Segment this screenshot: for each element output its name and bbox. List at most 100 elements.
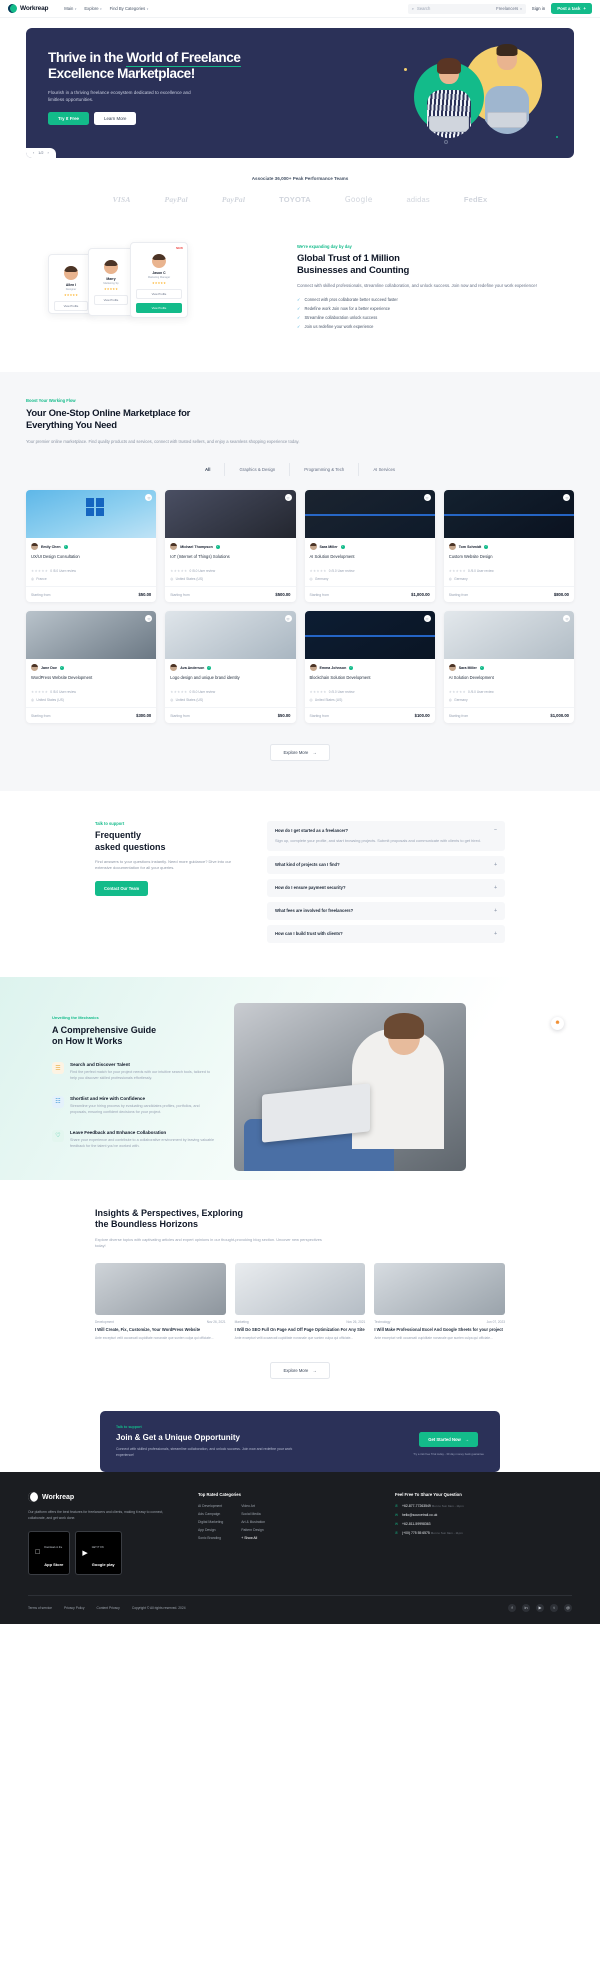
profile-card[interactable]: Marry Marketing Sp ★★★★★ View Profile xyxy=(88,248,134,316)
contact-our-team-button[interactable]: Contact Our Team xyxy=(95,880,149,896)
favorite-heart-icon[interactable] xyxy=(145,615,153,623)
plus-icon[interactable]: + xyxy=(494,931,497,937)
footer-link-terms[interactable]: Terms of service xyxy=(28,1606,52,1610)
footer-category-link[interactable]: AI Development xyxy=(198,1504,223,1508)
footer-contact-item[interactable]: ✆ +62-877-77263549 Mon to Sun 9am - 11pm xyxy=(395,1504,572,1508)
service-card[interactable]: Sara Miller ✓ AI Solution Development ★★… xyxy=(304,490,435,603)
carousel-prev-icon[interactable]: ‹ xyxy=(33,151,34,155)
explore-more-blog-button[interactable]: Explore More → xyxy=(270,1362,330,1380)
footer-contact-item[interactable]: ✉ hello@sourcetrail.co.uk xyxy=(395,1513,572,1517)
footer-category-link[interactable]: Digital Marketing xyxy=(198,1520,223,1524)
faq-item[interactable]: What kind of projects can I find? + xyxy=(267,855,505,874)
footer-category-link[interactable]: App Design xyxy=(198,1528,223,1532)
app-store-button[interactable]:  Download on the App Store xyxy=(28,1530,71,1575)
faq-question-row[interactable]: How do I get started as a freelancer? − xyxy=(275,827,497,833)
nav-item-main[interactable]: Main ▾ xyxy=(64,6,76,11)
service-card[interactable]: Emma Johnson ✓ Blockchain Solution Devel… xyxy=(304,611,435,724)
service-seller[interactable]: Emily Chen ✓ xyxy=(31,543,151,551)
footer-contact-value: hello@sourcetrail.co.uk xyxy=(402,1513,438,1518)
faq-question-row[interactable]: How can I build trust with clients? + xyxy=(275,931,497,937)
footer-category-link[interactable]: Art & Illustration xyxy=(241,1520,265,1524)
service-seller[interactable]: Ava Anderson ✓ xyxy=(170,664,290,672)
service-seller[interactable]: Emma Johnson ✓ xyxy=(309,664,430,672)
tab-all[interactable]: All xyxy=(191,463,226,477)
faq-question-row[interactable]: What fees are involved for freelancers? … xyxy=(275,908,497,914)
footer-category-link[interactable]: + Show All xyxy=(241,1536,265,1540)
youtube-icon[interactable]: ▶ xyxy=(536,1603,544,1612)
favorite-heart-icon[interactable] xyxy=(563,494,570,502)
plus-icon[interactable]: + xyxy=(494,885,497,891)
view-profile-link[interactable]: View Profile xyxy=(136,289,182,299)
learn-more-button[interactable]: Learn More xyxy=(94,112,137,126)
view-profile-button[interactable]: View Profile xyxy=(94,295,128,305)
faq-heading-line1: Frequently xyxy=(95,830,142,841)
faq-question-row[interactable]: What kind of projects can I find? + xyxy=(275,862,497,868)
service-card[interactable]: Ava Anderson ✓ Logo design and unique br… xyxy=(165,611,296,724)
brand-logo[interactable]: Workreap xyxy=(8,4,48,13)
search-box[interactable]: ⌕ Search Freelancers ▾ xyxy=(407,3,526,14)
service-price-row: Starting from $800.00 xyxy=(443,586,574,602)
footer-category-link[interactable]: Video Art xyxy=(241,1504,265,1508)
service-card[interactable]: Emily Chen ✓ UX/UI Design Consultation ★… xyxy=(26,490,157,603)
hero-carousel-nav[interactable]: ‹ 1/2 › xyxy=(26,148,56,158)
tab-graphics-design[interactable]: Graphics & Design xyxy=(225,463,291,477)
footer-category-link[interactable]: Social Media xyxy=(241,1512,265,1516)
carousel-next-icon[interactable]: › xyxy=(48,151,49,155)
service-card[interactable]: Sara Miller ✓ AI Solution Development ★★… xyxy=(443,611,574,724)
get-started-now-button[interactable]: Get Started Now → xyxy=(419,1431,478,1447)
service-seller[interactable]: Jane Doe ✓ xyxy=(31,664,151,672)
blog-card[interactable]: Marketing Nov 26, 2021 I Will Do SEO Ful… xyxy=(234,1263,366,1342)
tab-ai-services[interactable]: AI Services xyxy=(359,463,409,476)
service-card[interactable]: Michael Thompson ✓ IoT (Internet of Thin… xyxy=(165,490,296,603)
footer-link-privacy[interactable]: Privacy Policy xyxy=(64,1606,85,1610)
faq-item[interactable]: How do I ensure payment security? + xyxy=(267,878,505,897)
starting-from-label: Starting from xyxy=(170,713,190,718)
service-seller[interactable]: Michael Thompson ✓ xyxy=(170,543,290,551)
chat-support-icon[interactable]: ☻ xyxy=(551,1016,564,1030)
service-card[interactable]: Jane Doe ✓ WordPress Website Development… xyxy=(26,611,157,724)
favorite-heart-icon[interactable] xyxy=(423,615,431,623)
nav-item-explore[interactable]: Explore ▾ xyxy=(84,6,101,11)
service-seller[interactable]: Sara Miller ✓ xyxy=(448,664,569,672)
footer-category-link[interactable]: Ads Campaign xyxy=(198,1512,223,1516)
footer-link-content-privacy[interactable]: Content Privacy xyxy=(97,1606,120,1610)
faq-item[interactable]: How can I build trust with clients? + xyxy=(267,924,505,943)
plus-icon[interactable]: + xyxy=(494,862,497,868)
facebook-icon[interactable]: f xyxy=(508,1603,516,1612)
footer-contact-item[interactable]: ✉ +62-811-59998363 xyxy=(395,1522,572,1526)
favorite-heart-icon[interactable] xyxy=(423,494,431,502)
view-profile-button[interactable]: View Profile xyxy=(136,303,182,313)
explore-more-services-button[interactable]: Explore More → xyxy=(270,744,330,762)
service-seller[interactable]: Tom Schmidt ✓ xyxy=(448,543,569,551)
google-play-button[interactable]: ▶ GET IT ON Google play xyxy=(75,1530,122,1575)
service-seller[interactable]: Sara Miller ✓ xyxy=(309,543,430,551)
footer-contact-item[interactable]: ✆ (+00) 775 55 6575 Mon to Sun 9am - 11p… xyxy=(395,1531,572,1535)
minus-icon[interactable]: − xyxy=(494,827,497,833)
post-a-task-button[interactable]: Post a task + xyxy=(551,3,592,14)
favorite-heart-icon[interactable] xyxy=(284,494,292,502)
blog-card[interactable]: Technology Jun 07, 2023 I Will Make Prof… xyxy=(374,1263,505,1342)
favorite-heart-icon[interactable] xyxy=(284,615,292,623)
profile-card-featured[interactable]: NEW Jason C Marketing Manager ★★★★★ View… xyxy=(130,242,188,318)
twitter-icon[interactable]: t xyxy=(550,1603,558,1612)
search-input[interactable]: Search xyxy=(417,6,493,11)
instagram-icon[interactable]: @ xyxy=(564,1603,572,1612)
search-scope-select[interactable]: Freelancers ▾ xyxy=(496,6,522,11)
try-it-free-button[interactable]: Try It Free xyxy=(48,112,89,126)
service-card[interactable]: Tom Schmidt ✓ Custom Website Design ★★★★… xyxy=(443,490,574,603)
tab-programming-tech[interactable]: Programming & Tech xyxy=(290,463,360,477)
favorite-heart-icon[interactable] xyxy=(563,615,570,623)
faq-item[interactable]: How do I get started as a freelancer? − … xyxy=(267,821,505,851)
faq-item[interactable]: What fees are involved for freelancers? … xyxy=(267,901,505,920)
blog-card[interactable]: Development Nov 26, 2021 I Will Create, … xyxy=(95,1263,226,1342)
footer-category-link[interactable]: Sonic Branding xyxy=(198,1536,223,1540)
plus-icon[interactable]: + xyxy=(494,908,497,914)
sign-in-link[interactable]: Sign in xyxy=(532,6,545,11)
favorite-heart-icon[interactable] xyxy=(145,494,153,502)
view-profile-button[interactable]: View Profile xyxy=(54,301,88,311)
footer-category-link[interactable]: Pattern Design xyxy=(241,1528,265,1532)
faq-question-row[interactable]: How do I ensure payment security? + xyxy=(275,885,497,891)
footer-brand[interactable]: Workreap xyxy=(28,1492,178,1503)
linkedin-icon[interactable]: in xyxy=(522,1603,530,1612)
nav-item-categories[interactable]: Find By Categories ▾ xyxy=(110,6,149,11)
